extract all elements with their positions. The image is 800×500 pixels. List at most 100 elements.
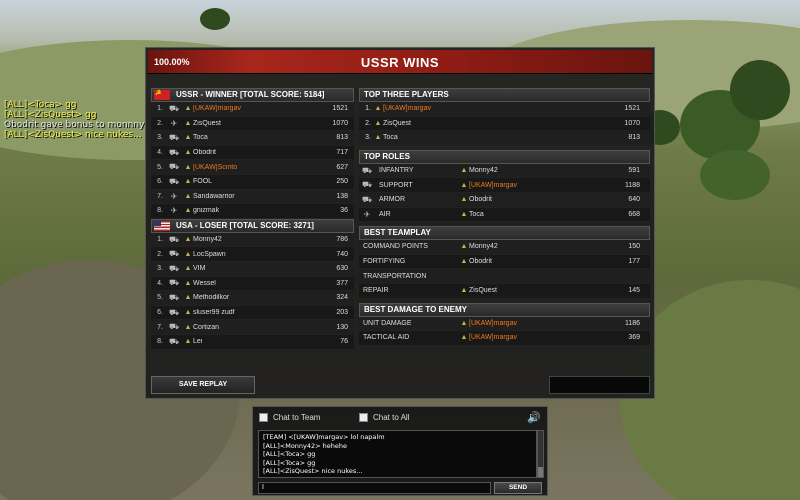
player-name: LocSpawn (193, 250, 226, 258)
speaker-icon[interactable]: 🔊 (527, 411, 541, 424)
hud-chat-line: Obodrit gave bonus to monnny (4, 120, 145, 130)
class-icon: ⛟ (168, 176, 180, 186)
rank-number: 1. (157, 236, 163, 244)
ussr-flag-icon (154, 88, 170, 100)
rank-number: 8. (157, 338, 163, 346)
class-icon: ✈ (170, 191, 178, 201)
best-teamplay-header: BEST TEAMPLAY (359, 226, 650, 241)
chat-scrollbar[interactable] (537, 430, 544, 478)
player-row[interactable]: 8. ⛟ ▲ Lei 76 (151, 335, 354, 350)
award-score: 591 (628, 167, 640, 175)
top-roles-header: TOP ROLES (359, 149, 650, 164)
player-row[interactable]: 8. ✈ ▲ gnizmak 36 (151, 204, 354, 219)
player-row[interactable]: 5. ⛟ ▲ Methodilkor 324 (151, 291, 354, 306)
class-icon: ✈ (170, 206, 178, 216)
player-score: 1070 (624, 119, 640, 127)
player-score: 76 (340, 338, 348, 346)
ussr-team-title: USSR - WINNER [TOTAL SCORE: 5184] (176, 90, 325, 99)
player-name: VIM (193, 265, 206, 273)
award-label: REPAIR (363, 287, 389, 295)
rank-insignia-icon: ▲ (460, 334, 468, 342)
player-name: FOOL (193, 178, 213, 186)
player-name: [UKAW]margav (469, 334, 517, 342)
award-label: FORTIFYING (363, 258, 406, 266)
player-row[interactable]: 3. ⛟ ▲ Toca 813 (151, 131, 354, 146)
rank-insignia-icon: ▲ (184, 294, 192, 302)
player-score: 377 (336, 279, 348, 287)
player-row[interactable]: 4. ⛟ ▲ Wessel 377 (151, 277, 354, 292)
player-score: 786 (336, 236, 348, 244)
chat-to-all-option[interactable]: Chat to All (359, 413, 409, 422)
player-row[interactable]: 7. ✈ ▲ Sandawarrior 138 (151, 189, 354, 205)
award-row: ⛟ SUPPORT ▲ [UKAW]margav 1188 (359, 178, 650, 193)
award-label: ARMOR (379, 196, 406, 204)
player-row[interactable]: 5. ⛟ ▲ [UKAW]Scinto 627 (151, 160, 354, 175)
award-score: 668 (628, 210, 640, 218)
player-row[interactable]: 2. ✈ ▲ ZisQuest 1070 (151, 117, 354, 132)
award-label: COMMAND POINTS (363, 243, 428, 251)
top-player-row: 1. ▲ [UKAW]margav 1521 (359, 102, 650, 117)
award-score: 369 (628, 334, 640, 342)
player-name: ZisQuest (469, 287, 498, 295)
chat-input[interactable]: I (258, 482, 491, 494)
tree (730, 60, 790, 120)
player-row[interactable]: 2. ⛟ ▲ LocSpawn 740 (151, 247, 354, 262)
award-score: 1188 (624, 181, 640, 189)
rank-insignia-icon: ▲ (460, 287, 468, 295)
scoreboard-panel: 100.00% USSR WINS USSR - WINNER [TOTAL S… (145, 47, 655, 399)
player-row[interactable]: 3. ⛟ ▲ VIM 630 (151, 261, 354, 277)
rank-number: 5. (157, 294, 163, 302)
rank-insignia-icon: ▲ (184, 279, 192, 287)
player-name: ZisQuest (383, 119, 412, 127)
chat-to-team-checkbox[interactable] (259, 413, 268, 422)
role-icon: ✈ (363, 209, 371, 219)
player-score: 1070 (332, 119, 348, 127)
player-name: sluser99 zudf (193, 309, 235, 317)
save-replay-button[interactable]: SAVE REPLAY (151, 376, 255, 394)
rank-number: 1. (365, 105, 371, 113)
award-winner: ▲ Obodrit (459, 258, 610, 265)
rank-number: 2. (157, 119, 163, 127)
award-row: FORTIFYING ▲ Obodrit 177 (359, 255, 650, 270)
award-score: 640 (628, 196, 640, 204)
player-name: [UKAW]margav (383, 105, 431, 113)
tree (700, 150, 770, 200)
chat-to-team-option[interactable]: Chat to Team (259, 413, 320, 422)
send-button[interactable]: SEND (494, 482, 542, 494)
player-score: 138 (336, 192, 348, 200)
chat-to-all-checkbox[interactable] (359, 413, 368, 422)
rank-number: 3. (157, 134, 163, 142)
class-icon: ⛟ (168, 249, 180, 259)
award-winner: ▲ ZisQuest (459, 287, 610, 294)
award-label: INFANTRY (379, 167, 414, 175)
player-name: Obodrit (193, 149, 216, 157)
player-score: 630 (336, 265, 348, 273)
chat-message: [ALL]<Monny42> hehehe (263, 441, 348, 450)
player-row[interactable]: 4. ⛟ ▲ Obodrit 717 (151, 146, 354, 161)
class-icon: ⛟ (168, 292, 180, 302)
rank-insignia-icon: ▲ (184, 163, 192, 171)
rank-insignia-icon: ▲ (460, 210, 468, 218)
player-score: 130 (336, 323, 348, 331)
player-row[interactable]: 1. ⛟ ▲ [UKAW]margav 1521 (151, 102, 354, 117)
class-icon: ⛟ (168, 322, 180, 332)
player-row[interactable]: 7. ⛟ ▲ Cortizan 130 (151, 320, 354, 335)
rank-insignia-icon: ▲ (184, 309, 192, 317)
player-row[interactable]: 1. ⛟ ▲ Monny42 786 (151, 232, 354, 248)
player-name: ZisQuest (193, 119, 222, 127)
class-icon: ⛟ (168, 234, 180, 244)
rank-number: 6. (157, 178, 163, 186)
award-winner: ▲ Toca (459, 211, 610, 218)
award-label: SUPPORT (379, 181, 413, 189)
player-row[interactable]: 6. ⛟ ▲ sluser99 zudf 203 (151, 306, 354, 321)
player-row[interactable]: 6. ⛟ ▲ FOOL 250 (151, 175, 354, 190)
player-name: Monny42 (193, 236, 222, 244)
rank-insignia-icon: ▲ (460, 243, 468, 251)
chat-to-all-label: Chat to All (373, 413, 410, 422)
player-name: Obodrit (469, 258, 492, 266)
rank-number: 3. (157, 265, 163, 273)
player-name: [UKAW]Scinto (193, 163, 238, 171)
top-player-row: 2. ▲ ZisQuest 1070 (359, 117, 650, 132)
rank-insignia-icon: ▲ (460, 167, 468, 175)
rank-number: 2. (157, 250, 163, 258)
